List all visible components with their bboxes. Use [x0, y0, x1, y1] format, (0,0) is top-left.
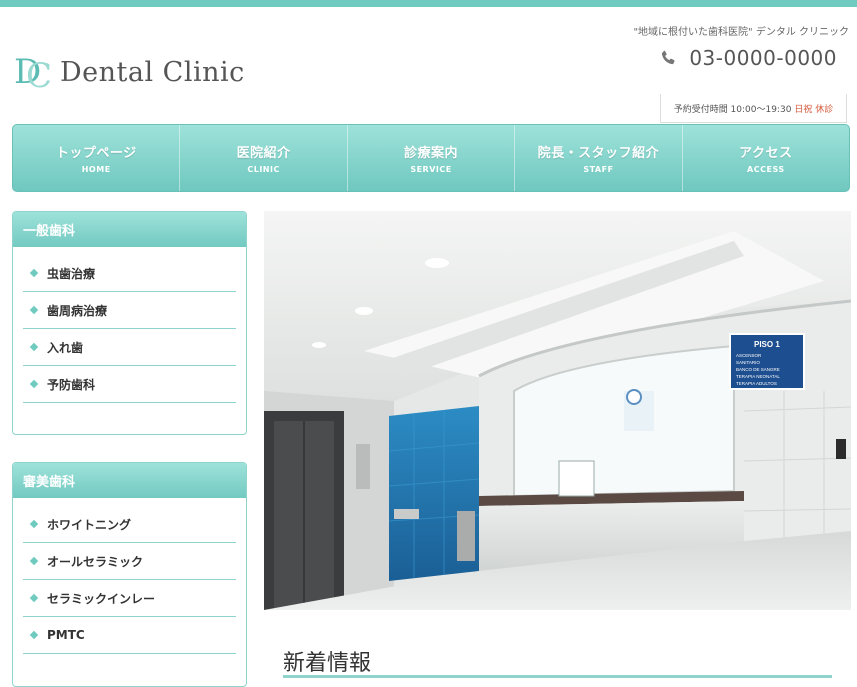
nav-label-en: CLINIC: [247, 165, 280, 174]
hours-label: 予約受付時間 10:00～19:30: [673, 104, 792, 115]
top-accent-bar: [0, 0, 857, 7]
nav-item-service[interactable]: 診療案内 SERVICE: [348, 125, 516, 191]
nav-label-jp: 診療案内: [404, 146, 459, 161]
sidebar-item-cavity-treatment[interactable]: 虫歯治療: [23, 255, 236, 292]
nav-label-en: ACCESS: [747, 165, 785, 174]
main-nav: トップページ HOME 医院紹介 CLINIC 診療案内 SERVICE 院長・…: [12, 124, 850, 192]
sidebar-item-label: 入れ歯: [47, 340, 84, 355]
sidebar-item-label: セラミックインレー: [47, 591, 156, 606]
nav-item-staff[interactable]: 院長・スタッフ紹介 STAFF: [515, 125, 683, 191]
sidebar-heading: 一般歯科: [13, 212, 246, 247]
tagline: "地域に根付いた歯科医院" デンタル クリニック: [633, 27, 849, 38]
sidebar-item-label: 歯周病治療: [47, 303, 108, 318]
sign-line: TERAPIA ADULTOS: [736, 381, 777, 386]
diamond-bullet-icon: [29, 268, 39, 278]
phone-contact: 03-0000-0000: [659, 46, 837, 70]
sidebar-item-whitening[interactable]: ホワイトニング: [23, 506, 236, 543]
nav-label-en: STAFF: [583, 165, 614, 174]
sign-line: BANCO DE SANGRE: [736, 367, 780, 372]
nav-label-jp: アクセス: [739, 146, 793, 161]
closed-days: 日祝 休診: [794, 104, 834, 115]
sign-line: ASCENSOR: [736, 353, 762, 358]
diamond-bullet-icon: [29, 305, 39, 315]
diamond-bullet-icon: [29, 379, 39, 389]
nav-label-en: SERVICE: [410, 165, 452, 174]
sidebar-item-all-ceramic[interactable]: オールセラミック: [23, 543, 236, 580]
sidebar-item-ceramic-inlay[interactable]: セラミックインレー: [23, 580, 236, 617]
sidebar-item-label: オールセラミック: [47, 554, 144, 569]
hero-image: PISO 1 ASCENSOR SANITARIO BANCO DE SANGR…: [264, 211, 851, 610]
clinic-logo[interactable]: D C Dental Clinic: [14, 50, 245, 96]
logo-mark-icon: D C: [14, 52, 54, 96]
diamond-bullet-icon: [29, 556, 39, 566]
sidebar-general-dentistry: 一般歯科 虫歯治療 歯周病治療 入れ歯 予防歯科: [12, 211, 247, 435]
sign-title: PISO 1: [754, 340, 780, 349]
sidebar-cosmetic-dentistry: 審美歯科 ホワイトニング オールセラミック セラミックインレー PMTC: [12, 462, 247, 687]
sidebar-item-label: 虫歯治療: [47, 266, 96, 281]
news-section-title: 新着情報: [283, 651, 372, 676]
sidebar-item-periodontal-treatment[interactable]: 歯周病治療: [23, 292, 236, 329]
diamond-bullet-icon: [29, 593, 39, 603]
hero-reception-illustration: PISO 1 ASCENSOR SANITARIO BANCO DE SANGR…: [264, 211, 851, 610]
logo-text: Dental Clinic: [60, 56, 245, 88]
sidebar-item-preventive-dentistry[interactable]: 予防歯科: [23, 366, 236, 403]
sidebar-heading: 審美歯科: [13, 463, 246, 498]
nav-label-jp: 院長・スタッフ紹介: [537, 146, 660, 161]
sidebar-item-label: 予防歯科: [47, 377, 96, 392]
sidebar-item-label: PMTC: [47, 628, 85, 642]
nav-label-jp: 医院紹介: [236, 146, 291, 161]
nav-item-home[interactable]: トップページ HOME: [13, 125, 181, 191]
phone-number: 03-0000-0000: [689, 46, 837, 70]
sidebar-item-label: ホワイトニング: [47, 517, 132, 532]
nav-label-en: HOME: [81, 165, 111, 174]
diamond-bullet-icon: [29, 519, 39, 529]
sidebar-item-dentures[interactable]: 入れ歯: [23, 329, 236, 366]
diamond-bullet-icon: [29, 342, 39, 352]
nav-item-access[interactable]: アクセス ACCESS: [683, 125, 849, 191]
sign-line: SANITARIO: [736, 360, 760, 365]
sidebar-item-pmtc[interactable]: PMTC: [23, 617, 236, 654]
reservation-hours: 予約受付時間 10:00～19:30 日祝 休診: [660, 94, 847, 123]
sign-line: TERAPIA NEONATAL: [736, 374, 780, 379]
diamond-bullet-icon: [29, 630, 39, 640]
phone-icon: [662, 50, 675, 65]
nav-label-jp: トップページ: [55, 146, 137, 161]
news-title-underline: [283, 675, 832, 678]
logo-letter-c: C: [26, 56, 53, 96]
nav-item-clinic[interactable]: 医院紹介 CLINIC: [180, 125, 348, 191]
